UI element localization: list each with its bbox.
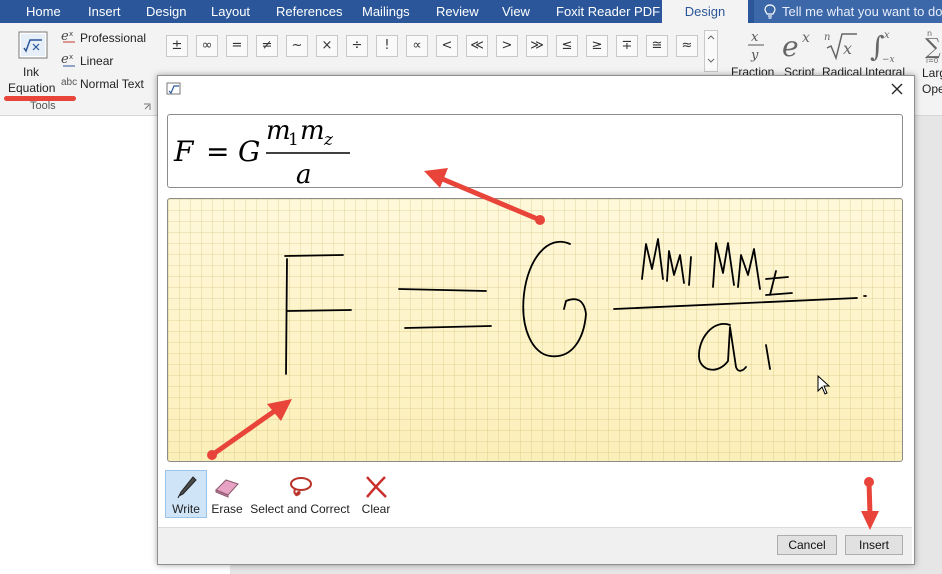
annotation-arrow-preview (437, 175, 543, 223)
annotation-dot-insert (864, 477, 874, 487)
annotation-dot-inkpad (207, 450, 217, 460)
annotation-dot-preview (535, 215, 545, 225)
annotation-arrowhead-insert (861, 511, 879, 530)
annotation-arrows (207, 168, 879, 530)
annotation-arrow-inkpad (209, 407, 279, 458)
annotation-arrowhead-inkpad (267, 399, 292, 421)
